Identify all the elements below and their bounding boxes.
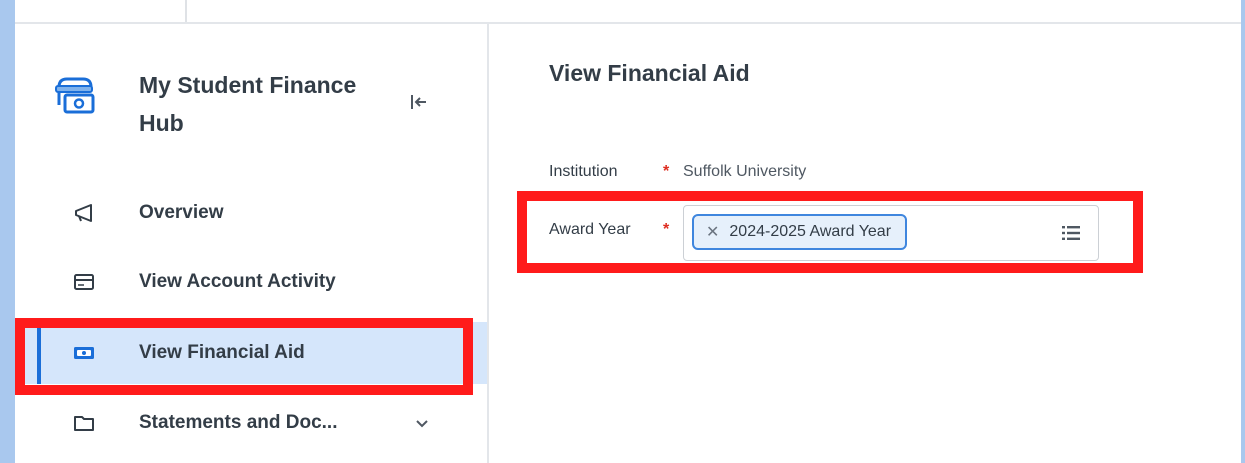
institution-value: Suffolk University	[683, 163, 807, 180]
money-icon	[73, 342, 95, 364]
sidebar-item-label: View Account Activity	[139, 271, 336, 292]
sidebar-item-view-financial-aid[interactable]: View Financial Aid	[15, 322, 487, 384]
remove-icon[interactable]: ✕	[706, 222, 719, 242]
required-asterisk: *	[663, 163, 670, 180]
chevron-down-icon[interactable]	[413, 414, 431, 432]
folder-icon	[73, 412, 95, 434]
top-bar-divider	[185, 0, 187, 22]
hub-title: My Student Finance Hub	[139, 72, 357, 136]
sidebar-item-label: Overview	[139, 202, 224, 223]
card-icon	[73, 271, 95, 293]
app-frame: My Student Finance Hub Overview View Acc…	[15, 0, 1241, 463]
sidebar: My Student Finance Hub Overview View Acc…	[15, 24, 489, 463]
required-asterisk: *	[663, 221, 670, 238]
award-year-field[interactable]: ✕ 2024-2025 Award Year	[683, 205, 1099, 261]
institution-label: Institution	[549, 163, 618, 180]
megaphone-icon	[73, 202, 95, 224]
student-finance-icon	[53, 75, 95, 115]
sidebar-item-label: Statements and Doc...	[139, 412, 338, 433]
selected-award-year: 2024-2025 Award Year	[729, 223, 892, 240]
sidebar-item-label: View Financial Aid	[139, 342, 305, 363]
selected-award-year-pill[interactable]: ✕ 2024-2025 Award Year	[692, 214, 908, 250]
list-icon[interactable]	[1058, 220, 1084, 246]
main-content: View Financial Aid Institution * Suffolk…	[489, 24, 1241, 463]
top-bar	[15, 0, 1241, 24]
page-title: View Financial Aid	[549, 60, 750, 86]
sidebar-item-statements-and-documents[interactable]: Statements and Doc...	[15, 392, 487, 454]
collapse-left-icon[interactable]	[401, 88, 437, 116]
sidebar-item-overview[interactable]: Overview	[15, 182, 487, 244]
award-year-label: Award Year	[549, 221, 631, 238]
sidebar-item-view-account-activity[interactable]: View Account Activity	[15, 251, 487, 313]
